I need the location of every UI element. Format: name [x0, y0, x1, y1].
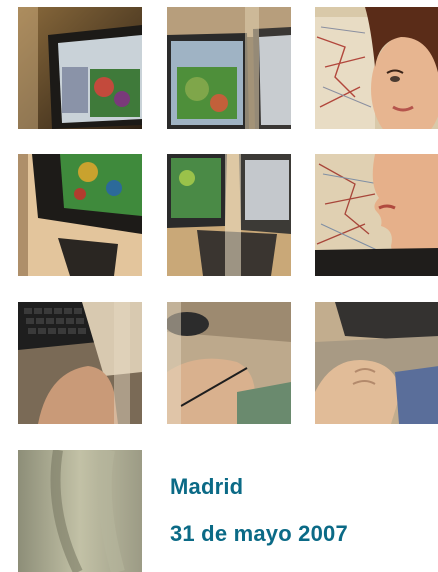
photo-monitor-gis-map [167, 7, 291, 129]
photo-woman-face-profile [315, 154, 438, 276]
monitor-stand-image [167, 154, 291, 276]
photo-hand-with-stylus [167, 302, 291, 424]
hand-with-stylus-image [167, 302, 291, 424]
hand-on-tablet-image [315, 302, 438, 424]
monitor-gis-map-image [167, 7, 291, 129]
photo-woman-viewing-map [315, 7, 438, 129]
photo-hand-on-tablet [315, 302, 438, 424]
photo-monitor-green-map [18, 154, 142, 276]
keyboard-hand-image [18, 302, 142, 424]
grey-fabric-image [18, 450, 142, 572]
photo-monitor-gis-software [18, 7, 142, 129]
date-label: 31 de mayo 2007 [170, 521, 348, 546]
photo-monitor-stand [167, 154, 291, 276]
woman-face-profile-image [315, 154, 438, 276]
woman-viewing-map-image [315, 7, 438, 129]
photo-grey-fabric [18, 450, 142, 572]
location-label: Madrid [170, 474, 244, 499]
monitor-green-map-image [18, 154, 142, 276]
monitor-gis-software-image [18, 7, 142, 129]
photo-keyboard-hand [18, 302, 142, 424]
